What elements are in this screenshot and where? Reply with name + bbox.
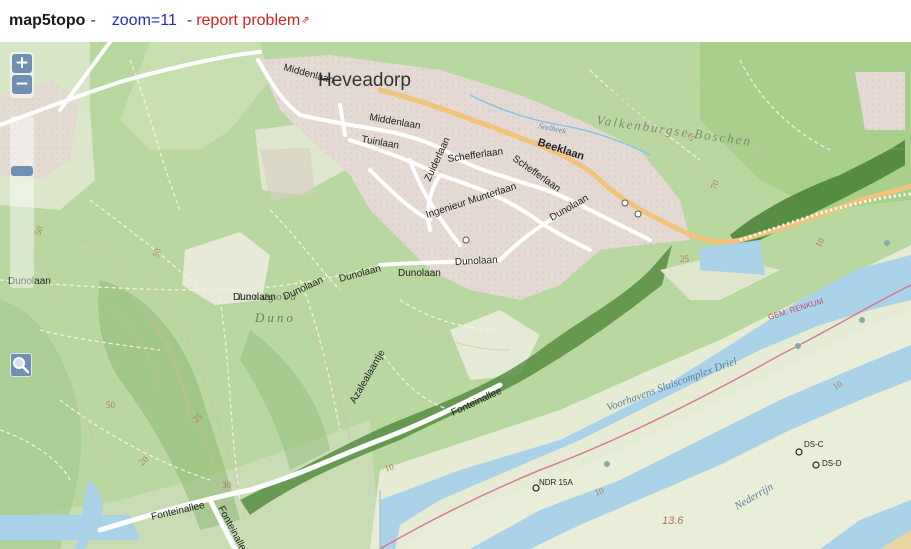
separator: -	[186, 12, 193, 29]
zoom-level-link[interactable]: zoom=11	[112, 12, 177, 30]
report-problem-link[interactable]: report problem	[196, 12, 300, 30]
map-canvas[interactable]: Heveadorp Valkenburgse Boschen Duno Land…	[0, 42, 911, 549]
pond	[0, 515, 140, 540]
contour-label: 25	[680, 254, 690, 264]
marker-label: NDR 15A	[539, 478, 573, 487]
pier-marker	[604, 461, 610, 467]
roundabout	[634, 210, 642, 218]
contour-label: 30	[222, 480, 232, 490]
zoom-slider-track[interactable]	[10, 116, 34, 288]
depth-label: 13.6	[662, 515, 684, 527]
pier-marker	[884, 240, 890, 246]
external-link-icon: ⇗	[301, 14, 310, 26]
pier-marker	[859, 317, 865, 323]
street-label: Dunolaan	[398, 268, 441, 279]
roundabout	[462, 236, 470, 244]
marker-label: DS-D	[822, 459, 842, 468]
zoom-slider-handle[interactable]	[11, 166, 33, 176]
top-bar: map5topo - zoom=11 - report problem ⇗	[0, 0, 911, 42]
separator: -	[90, 12, 96, 29]
marker-label: DS-C	[804, 440, 824, 449]
zoom-control: + −	[10, 52, 34, 98]
pier-marker	[795, 343, 801, 349]
street-label: Dunolaan	[455, 255, 498, 268]
street-label: Dunolaan	[233, 292, 276, 303]
area-label-duno: Duno	[254, 310, 296, 325]
roundabout	[621, 199, 629, 207]
zoom-out-button[interactable]: −	[12, 75, 32, 94]
zoom-in-button[interactable]: +	[12, 54, 32, 73]
app-title: map5topo	[9, 12, 86, 29]
topo-map[interactable]: Heveadorp Valkenburgse Boschen Duno Land…	[0, 42, 911, 549]
search-button[interactable]	[10, 353, 32, 377]
magnifier-icon	[13, 357, 30, 374]
contour-label: 50	[106, 400, 116, 410]
